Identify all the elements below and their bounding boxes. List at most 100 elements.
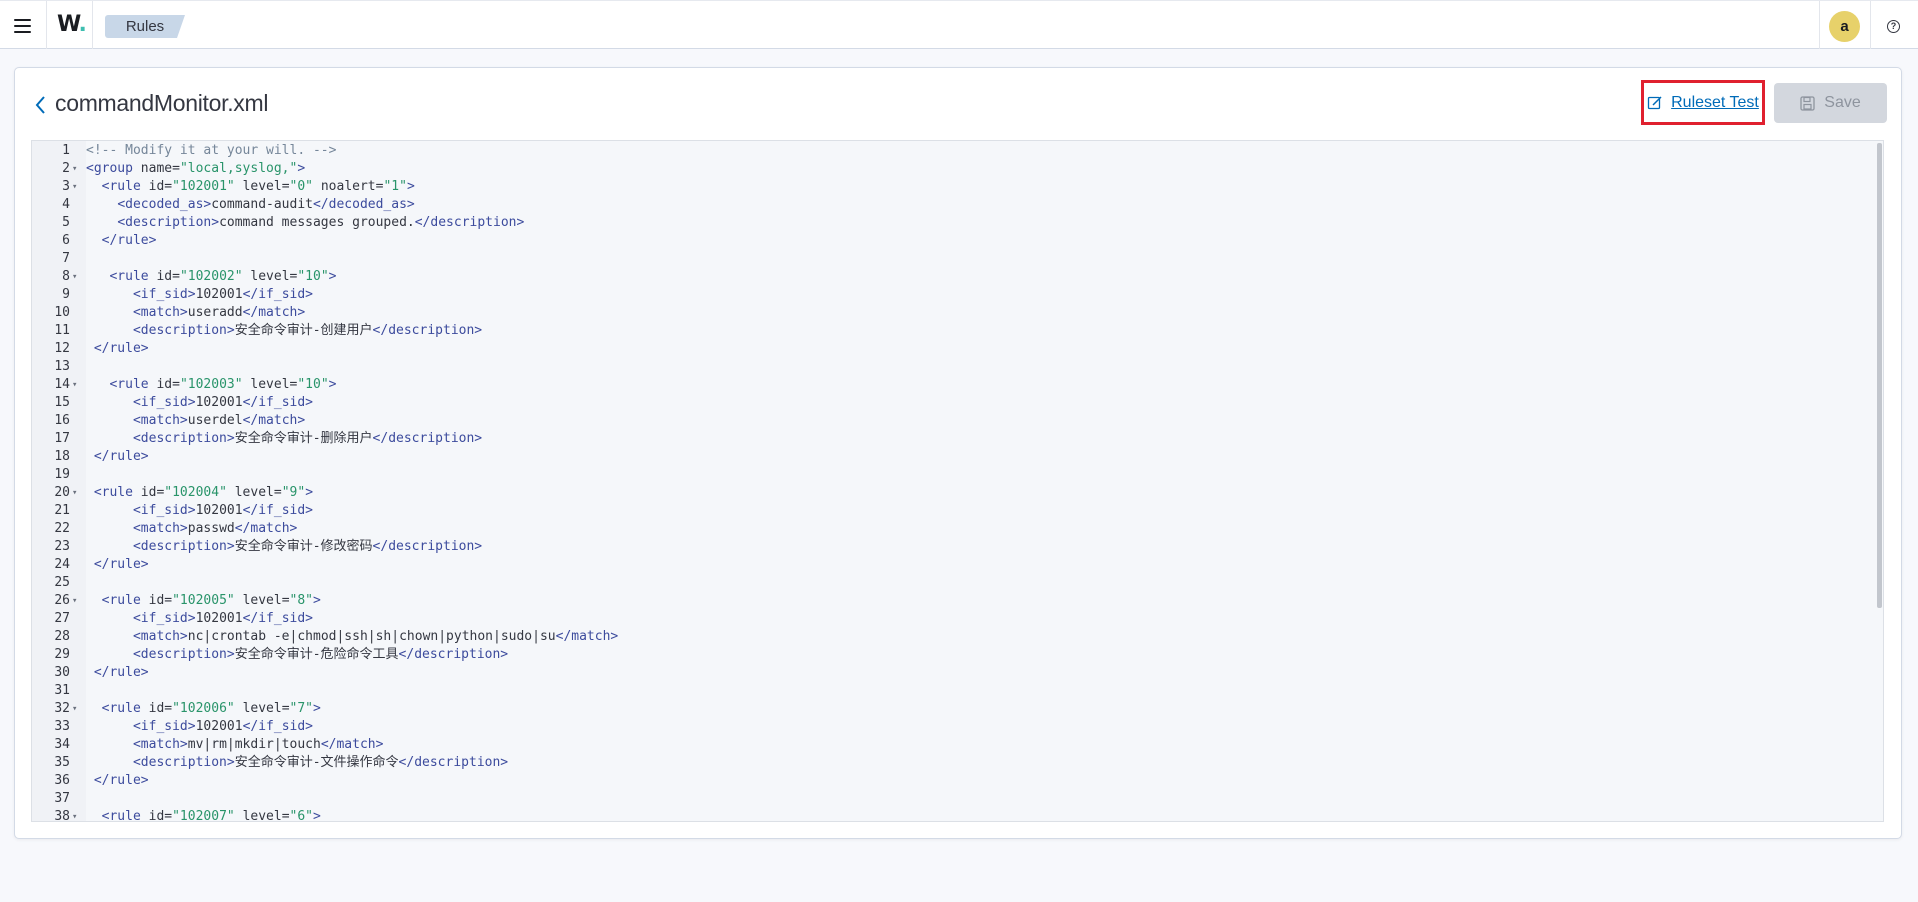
divider: [1870, 1, 1871, 49]
code-line: 29 <description>安全命令审计-危险命令工具</descripti…: [32, 646, 1883, 664]
editor-panel: commandMonitor.xml Ruleset Test Save 1 <!…: [14, 67, 1902, 839]
line-number: 3: [62, 179, 70, 194]
line-number: 9: [62, 287, 70, 302]
code-text: <match>useradd</match>: [132, 305, 306, 320]
code-text: </rule>: [93, 665, 149, 680]
code-line: 33 <if_sid>102001</if_sid>: [32, 718, 1883, 736]
line-number: 19: [54, 467, 70, 482]
line-number: 28: [54, 629, 70, 644]
line-number: 20: [54, 485, 70, 500]
code-line: 25: [32, 574, 1883, 592]
avatar[interactable]: a: [1829, 11, 1860, 42]
code-text: <rule id="102005" level="8">: [101, 593, 321, 608]
code-text: </rule>: [101, 233, 157, 248]
divider: [92, 1, 93, 49]
code-line: 32 ▾ <rule id="102006" level="7">: [32, 700, 1883, 718]
code-text: </rule>: [93, 773, 149, 788]
fold-arrow-icon[interactable]: ▾: [72, 484, 82, 502]
code-line: 3 ▾ <rule id="102001" level="0" noalert="…: [32, 178, 1883, 196]
menu-icon[interactable]: [8, 10, 38, 40]
code-text: <match>mv|rm|mkdir|touch</match>: [132, 737, 384, 752]
code-text: <group name="local,syslog,">: [86, 161, 306, 176]
code-line: 14 ▾ <rule id="102003" level="10">: [32, 376, 1883, 394]
code-text: </rule>: [93, 341, 149, 356]
fold-arrow-icon[interactable]: ▾: [72, 700, 82, 718]
line-number: 5: [62, 215, 70, 230]
line-number: 32: [54, 701, 70, 716]
code-line: 10 <match>useradd</match>: [32, 304, 1883, 322]
line-number: 6: [62, 233, 70, 248]
app-logo[interactable]: W.: [57, 12, 87, 37]
code-text: <match>passwd</match>: [132, 521, 298, 536]
line-number: 31: [54, 683, 70, 698]
help-icon[interactable]: ?: [1887, 20, 1900, 33]
code-editor[interactable]: 1 <!-- Modify it at your will. --> 2 ▾ <grou…: [31, 140, 1884, 822]
code-text: <match>nc|crontab -e|chmod|ssh|sh|chown|…: [132, 629, 619, 644]
line-number: 23: [54, 539, 70, 554]
code-line: 35 <description>安全命令审计-文件操作命令</descripti…: [32, 754, 1883, 772]
code-line: 22 <match>passwd</match>: [32, 520, 1883, 538]
code-line: 38 ▾ <rule id="102007" level="6">: [32, 808, 1883, 822]
code-line: 34 <match>mv|rm|mkdir|touch</match>: [32, 736, 1883, 754]
fold-arrow-icon[interactable]: ▾: [72, 808, 82, 821]
line-number: 4: [62, 197, 70, 212]
line-number: 37: [54, 791, 70, 806]
code-text: <match>userdel</match>: [132, 413, 306, 428]
code-line: 24 </rule>: [32, 556, 1883, 574]
fold-arrow-icon[interactable]: ▾: [72, 376, 82, 394]
ruleset-test-label: Ruleset Test: [1671, 93, 1759, 111]
code-text: <description>安全命令审计-创建用户</description>: [132, 323, 483, 338]
code-line: 18 </rule>: [32, 448, 1883, 466]
save-icon: [1800, 95, 1815, 111]
code-text: <rule id="102002" level="10">: [109, 269, 337, 284]
code-line: 21 <if_sid>102001</if_sid>: [32, 502, 1883, 520]
line-number: 27: [54, 611, 70, 626]
code-text: <rule id="102004" level="9">: [93, 485, 314, 500]
fold-arrow-icon[interactable]: ▾: [72, 160, 82, 178]
code-lines: 1 <!-- Modify it at your will. --> 2 ▾ <grou…: [32, 142, 1883, 822]
line-number: 35: [54, 755, 70, 770]
breadcrumb-rules[interactable]: Rules: [105, 15, 185, 38]
code-line: 4 <decoded_as>command-audit</decoded_as>: [32, 196, 1883, 214]
line-number: 8: [62, 269, 70, 284]
line-number: 17: [54, 431, 70, 446]
code-line: 36 </rule>: [32, 772, 1883, 790]
code-text: <description>安全命令审计-危险命令工具</description>: [132, 647, 509, 662]
code-line: 23 <description>安全命令审计-修改密码</description…: [32, 538, 1883, 556]
fold-arrow-icon[interactable]: ▾: [72, 268, 82, 286]
line-number: 1: [62, 143, 70, 158]
save-button[interactable]: Save: [1774, 83, 1887, 123]
line-number: 36: [54, 773, 70, 788]
line-number: 12: [54, 341, 70, 356]
line-number: 26: [54, 593, 70, 608]
divider: [1819, 1, 1820, 49]
fold-arrow-icon[interactable]: ▾: [72, 592, 82, 610]
line-number: 16: [54, 413, 70, 428]
code-line: 7: [32, 250, 1883, 268]
code-line: 11 <description>安全命令审计-创建用户</description…: [32, 322, 1883, 340]
code-text: <!-- Modify it at your will. -->: [86, 143, 337, 158]
line-number: 30: [54, 665, 70, 680]
code-line: 5 <description>command messages grouped.…: [32, 214, 1883, 232]
code-text: <if_sid>102001</if_sid>: [132, 395, 314, 410]
code-text: <description>安全命令审计-修改密码</description>: [132, 539, 483, 554]
code-text: <if_sid>102001</if_sid>: [132, 719, 314, 734]
file-title: commandMonitor.xml: [55, 90, 269, 116]
code-line: 16 <match>userdel</match>: [32, 412, 1883, 430]
code-text: <rule id="102007" level="6">: [101, 809, 321, 822]
scrollbar-thumb[interactable]: [1877, 143, 1882, 608]
line-number: 33: [54, 719, 70, 734]
code-text: <decoded_as>command-audit</decoded_as>: [117, 197, 415, 212]
line-number: 34: [54, 737, 70, 752]
code-line: 20 ▾ <rule id="102004" level="9">: [32, 484, 1883, 502]
code-text: <rule id="102006" level="7">: [101, 701, 321, 716]
code-line: 19: [32, 466, 1883, 484]
line-number: 13: [54, 359, 70, 374]
ruleset-test-button[interactable]: Ruleset Test: [1641, 80, 1765, 125]
code-text: <description>command messages grouped.</…: [117, 215, 525, 230]
code-line: 12 </rule>: [32, 340, 1883, 358]
fold-arrow-icon[interactable]: ▾: [72, 178, 82, 196]
code-line: 1 <!-- Modify it at your will. -->: [32, 142, 1883, 160]
code-text: <rule id="102003" level="10">: [109, 377, 337, 392]
chevron-left-icon[interactable]: [33, 92, 49, 118]
